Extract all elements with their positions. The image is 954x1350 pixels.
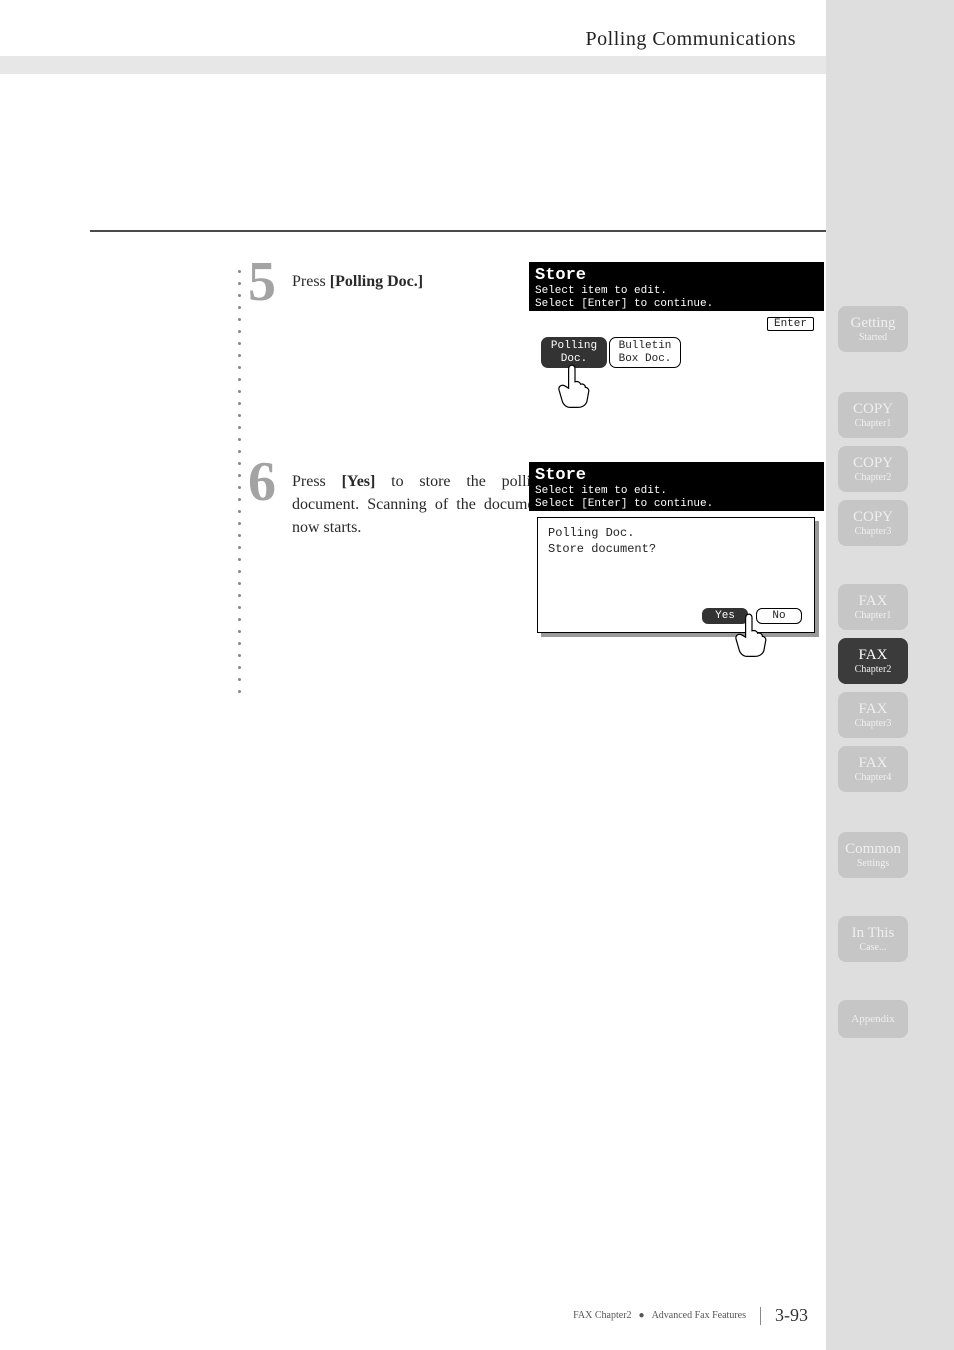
footer-separator (760, 1307, 761, 1325)
tab-main: COPY (853, 401, 893, 418)
tab-main: FAX (859, 701, 888, 718)
sidebar-tab-copy2[interactable]: COPY Chapter2 (838, 446, 908, 492)
tab-sub: Case... (860, 942, 887, 954)
tab-sub: Started (859, 332, 887, 344)
tab-sub: Chapter1 (855, 610, 892, 622)
sidebar-tab-fax3[interactable]: FAX Chapter3 (838, 692, 908, 738)
header-band (0, 56, 826, 74)
tab-sub: Settings (857, 858, 889, 870)
popup-line2: Store document? (548, 542, 656, 556)
tab-sub: Chapter2 (855, 664, 892, 676)
bulletin-label-2: Box Doc. (619, 353, 672, 365)
sidebar-tab-getting-started[interactable]: Getting Started (838, 306, 908, 352)
pointing-hand-icon (551, 361, 599, 409)
tab-main: FAX (859, 755, 888, 772)
sidebar-tab-appendix[interactable]: Appendix (838, 1000, 908, 1038)
sidebar-tab-fax2[interactable]: FAX Chapter2 (838, 638, 908, 684)
lcd2-title: Store (529, 462, 824, 485)
lcd2-line2: Select [Enter] to continue. (529, 498, 824, 511)
step-6-text: Press [Yes] to store the polling documen… (292, 470, 547, 540)
step-5-text-part1: Press (292, 273, 330, 290)
horizontal-rule (90, 230, 826, 232)
sidebar-tab-copy3[interactable]: COPY Chapter3 (838, 500, 908, 546)
lcd-panel-2: Store Select item to edit. Select [Enter… (529, 462, 824, 643)
sidebar-tab-copy1[interactable]: COPY Chapter1 (838, 392, 908, 438)
lcd2-body: Polling Doc. Store document? Yes No (529, 511, 824, 643)
popup-line1: Polling Doc. (548, 526, 634, 540)
footer-crumb2: Advanced Fax Features (652, 1310, 746, 1321)
lcd-panel-1: Store Select item to edit. Select [Enter… (529, 262, 824, 443)
tab-sub: Chapter4 (855, 772, 892, 784)
sidebar-tab-fax1[interactable]: FAX Chapter1 (838, 584, 908, 630)
tab-main: In This (852, 925, 895, 942)
lcd1-body: Enter Polling Doc. Bulletin Box Doc. (529, 311, 824, 443)
page-footer: FAX Chapter2 ● Advanced Fax Features 3-9… (0, 1305, 826, 1326)
tab-main: Getting (851, 315, 896, 332)
tab-sub: Chapter1 (855, 418, 892, 430)
step-dots (238, 265, 241, 697)
tab-main: Common (845, 841, 901, 858)
lcd1-line2: Select [Enter] to continue. (529, 298, 824, 311)
sidebar-tab-in-this-case[interactable]: In This Case... (838, 916, 908, 962)
bulletin-box-doc-button[interactable]: Bulletin Box Doc. (609, 337, 681, 368)
tab-main: FAX (859, 593, 888, 610)
lcd2-line1: Select item to edit. (529, 485, 824, 498)
tab-sub: Chapter3 (855, 526, 892, 538)
page-number: 3-93 (775, 1305, 808, 1325)
polling-doc-label-1: Polling (551, 340, 597, 352)
section-header: Polling Communications (586, 28, 796, 51)
step-number-6: 6 (248, 450, 276, 514)
tab-main: COPY (853, 455, 893, 472)
sidebar-tab-common-settings[interactable]: Common Settings (838, 832, 908, 878)
footer-bullet-icon: ● (636, 1310, 648, 1321)
tab-main: COPY (853, 509, 893, 526)
bulletin-label-1: Bulletin (619, 340, 672, 352)
tab-main: Appendix (851, 1013, 894, 1026)
tab-sub: Chapter3 (855, 718, 892, 730)
step-5-text-bold: [Polling Doc.] (330, 273, 423, 290)
step-6-text-bold: [Yes] (342, 473, 376, 490)
footer-crumb1: FAX Chapter2 (573, 1310, 631, 1321)
popup-text: Polling Doc. Store document? (538, 518, 814, 557)
tab-sub: Chapter2 (855, 472, 892, 484)
pointing-hand-icon (728, 610, 776, 658)
lcd1-title: Store (529, 262, 824, 285)
lcd1-line1: Select item to edit. (529, 285, 824, 298)
sidebar-tab-fax4[interactable]: FAX Chapter4 (838, 746, 908, 792)
page-body: Polling Communications 5 Press [Polling … (0, 0, 826, 1350)
step-number-5: 5 (248, 250, 276, 314)
step-6-text-part1: Press (292, 473, 342, 490)
enter-button[interactable]: Enter (767, 317, 814, 331)
tab-main: FAX (859, 647, 888, 664)
step-5-text: Press [Polling Doc.] (292, 270, 512, 293)
